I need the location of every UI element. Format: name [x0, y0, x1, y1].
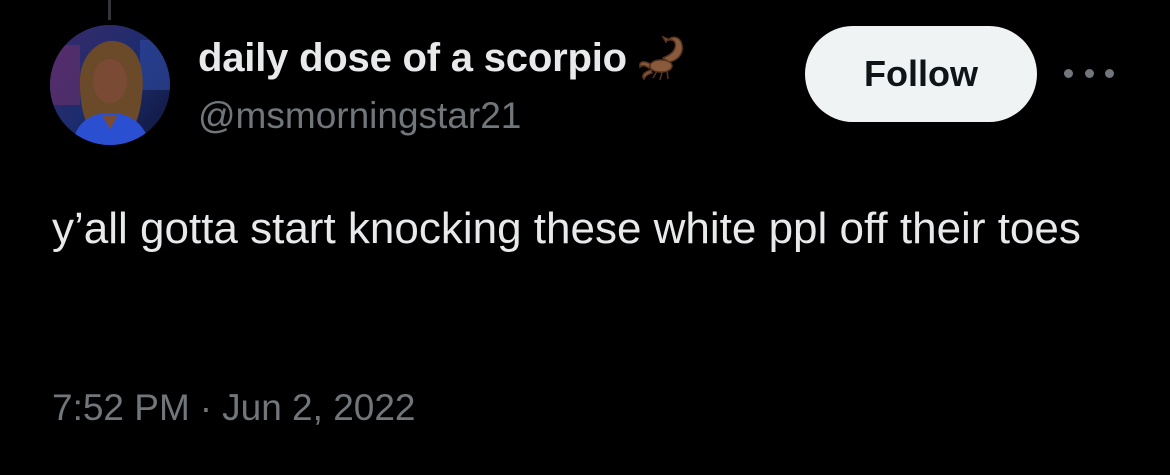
author-name-row: daily dose of a scorpio — [198, 30, 691, 86]
author-display-name[interactable]: daily dose of a scorpio — [198, 32, 627, 84]
tweet-date[interactable]: Jun 2, 2022 — [222, 387, 415, 428]
more-dot — [1105, 68, 1114, 78]
scorpion-icon — [635, 30, 691, 86]
tweet-text: y’all gotta start knocking these white p… — [52, 204, 1081, 253]
timestamp-separator: · — [199, 387, 213, 428]
tweet-time[interactable]: 7:52 PM — [52, 387, 190, 428]
avatar[interactable] — [50, 25, 170, 145]
author-handle[interactable]: @msmorningstar21 — [198, 93, 521, 139]
tweet-timestamp[interactable]: 7:52 PM · Jun 2, 2022 — [52, 380, 416, 436]
more-horizontal-icon[interactable] — [1064, 58, 1114, 88]
thread-connector-line — [108, 0, 111, 20]
more-dot — [1084, 68, 1094, 78]
follow-button[interactable]: Follow — [805, 26, 1037, 122]
avatar-image — [50, 25, 170, 145]
more-dot — [1064, 68, 1073, 78]
